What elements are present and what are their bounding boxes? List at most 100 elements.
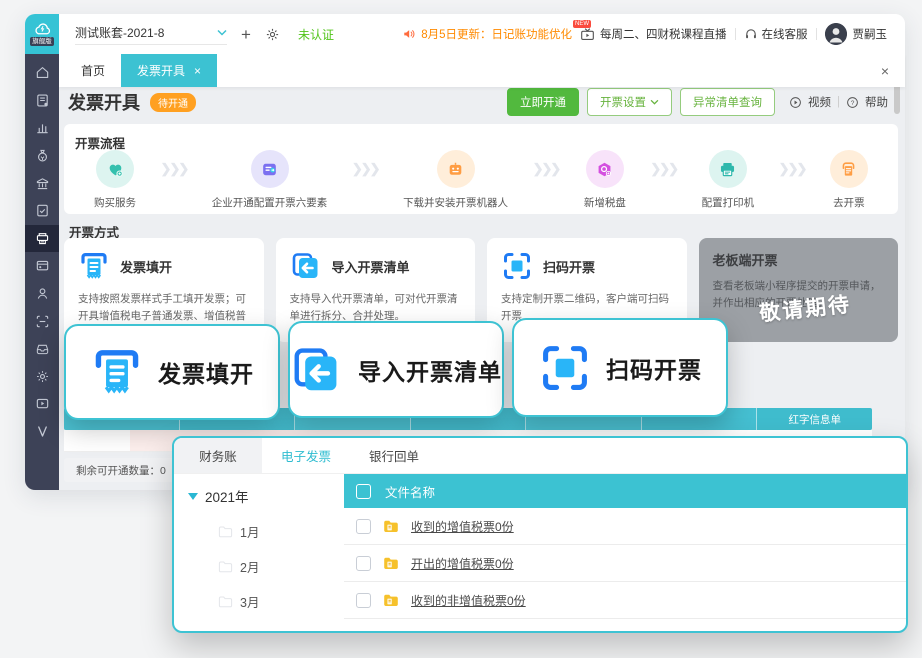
tree-item-apr[interactable]: 4月 — [218, 627, 344, 633]
tab-invoice-active[interactable]: 发票开具 × — [121, 54, 217, 87]
video-icon — [35, 396, 50, 411]
sidebar-item-salary[interactable] — [25, 252, 59, 280]
file-row[interactable]: 收到的增值税票0份 — [344, 508, 906, 545]
sidebar-item-version[interactable] — [25, 418, 59, 446]
tab-close-icon[interactable]: × — [194, 64, 201, 78]
divider — [735, 28, 736, 40]
card-title: 老板端开票 — [713, 250, 778, 269]
sidebar-item-inbox[interactable] — [25, 335, 59, 363]
flow-arrow-icon: ❯❯❯ — [533, 161, 560, 199]
close-all-tabs-button[interactable]: × — [865, 54, 905, 87]
sidebar-item-home[interactable] — [25, 59, 59, 87]
cloud-lightning-icon — [33, 22, 52, 36]
file-link[interactable]: 收到的增值税票0份 — [411, 518, 514, 535]
step-go-invoice[interactable]: 去开票 — [830, 150, 868, 210]
divider: | — [837, 96, 840, 108]
home-icon — [35, 65, 50, 80]
config-card-icon — [251, 150, 289, 188]
abnormal-list-button[interactable]: 异常清单查询 — [680, 88, 775, 116]
sidebar-item-tax[interactable] — [25, 280, 59, 308]
tree-root-2021[interactable]: 2021年 — [188, 486, 344, 506]
tab-bank-receipt[interactable]: 银行回单 — [350, 438, 438, 473]
person-icon — [35, 286, 50, 301]
heart-service-icon — [96, 150, 134, 188]
sidebar-item-reports[interactable] — [25, 197, 59, 225]
file-row[interactable]: 收到的非增值税票0份 — [344, 582, 906, 619]
live-course-link[interactable]: NEW 每周二、四财税课程直播 — [580, 26, 727, 42]
sidebar-item-cashier[interactable] — [25, 142, 59, 170]
step-label: 下载并安装开票机器人 — [403, 195, 508, 210]
sidebar-item-voucher[interactable] — [25, 87, 59, 115]
row-checkbox[interactable] — [356, 556, 371, 571]
file-link[interactable]: 开出的增值税票0份 — [411, 555, 514, 572]
flow-arrow-icon: ❯❯❯ — [161, 161, 188, 199]
folder-outline-icon — [218, 594, 233, 609]
file-link[interactable]: 收到的非增值税票0份 — [411, 592, 526, 609]
user-menu[interactable]: 贾嗣玉 — [825, 23, 888, 45]
page-title: 发票开具 — [68, 89, 140, 115]
folder-outline-icon — [218, 524, 233, 539]
select-all-checkbox[interactable] — [356, 484, 371, 499]
sidebar-item-scan[interactable] — [25, 307, 59, 335]
step-configure-elements[interactable]: 企业开通配置开票六要素 — [212, 150, 328, 210]
online-support-link[interactable]: 在线客服 — [744, 26, 808, 42]
file-row[interactable]: 开出的增值税票0份 — [344, 545, 906, 582]
sidebar-item-settings[interactable] — [25, 363, 59, 391]
announcement-link[interactable]: 8月5日更新：日记账功能优化 — [402, 26, 572, 42]
divider — [816, 28, 817, 40]
close-all-icon: × — [881, 63, 889, 79]
open-now-button[interactable]: 立即开通 — [507, 88, 579, 116]
tax-disk-icon — [586, 150, 624, 188]
popup-tabs: 财务账 电子发票 银行回单 — [174, 438, 906, 474]
live-course-text: 每周二、四财税课程直播 — [600, 26, 727, 42]
tab-invoice-label: 发票开具 — [137, 62, 185, 79]
gear-icon — [35, 369, 50, 384]
folder-icon — [383, 592, 399, 608]
sidebar-item-ledger[interactable] — [25, 114, 59, 142]
callout-scan-qr[interactable]: 扫码开票 — [512, 318, 728, 417]
play-circle-icon — [789, 96, 802, 109]
callout-title: 发票填开 — [158, 355, 254, 389]
step-label: 配置打印机 — [702, 195, 755, 210]
help-link[interactable]: 帮助 — [865, 94, 888, 110]
flow-arrow-icon: ❯❯❯ — [352, 161, 379, 199]
callout-invoice-fill[interactable]: 发票填开 — [64, 324, 280, 420]
callout-import-list[interactable]: 导入开票清单 — [288, 321, 504, 418]
headset-icon — [744, 27, 758, 41]
app-logo[interactable]: 旗舰版 — [25, 14, 59, 54]
step-configure-printer[interactable]: 配置打印机 — [702, 150, 755, 210]
tree-item-label: 1月 — [240, 522, 259, 541]
import-list-icon — [290, 250, 322, 282]
invoice-settings-button[interactable]: 开票设置 — [587, 88, 672, 116]
triangle-down-icon — [188, 493, 198, 500]
account-settings-button[interactable] — [265, 27, 280, 42]
step-buy-service[interactable]: 购买服务 — [94, 150, 136, 210]
row-checkbox[interactable] — [356, 519, 371, 534]
file-table: 文件名称 收到的增值税票0份 开出的增值税票0份 收到的非增值税票0份 — [344, 474, 906, 631]
invoice-icon — [830, 150, 868, 188]
scan-qr-icon — [501, 250, 533, 282]
tab-e-invoice-active[interactable]: 电子发票 — [262, 438, 350, 473]
new-badge: NEW — [573, 20, 591, 28]
scrollbar-thumb[interactable] — [894, 84, 900, 114]
step-add-tax-disk[interactable]: 新增税盘 — [584, 150, 626, 210]
svg-text:?: ? — [851, 99, 855, 106]
tab-home[interactable]: 首页 — [65, 54, 121, 87]
sidebar-item-video[interactable] — [25, 390, 59, 418]
tree-item-mar[interactable]: 3月 — [218, 592, 344, 611]
sidebar-item-assets[interactable] — [25, 169, 59, 197]
video-link[interactable]: 视频 — [808, 94, 831, 110]
row-checkbox[interactable] — [356, 593, 371, 608]
account-selector[interactable]: 测试账套-2021-8 — [75, 24, 227, 45]
tab-finance-ledger[interactable]: 财务账 — [174, 438, 262, 473]
tree-item-feb[interactable]: 2月 — [218, 557, 344, 576]
sidebar-item-invoice-active[interactable] — [25, 225, 59, 253]
tree-item-jan[interactable]: 1月 — [218, 522, 344, 541]
add-account-button[interactable]: + — [241, 26, 251, 43]
unverified-badge[interactable]: 未认证 — [298, 26, 334, 43]
logo-edition-badge: 旗舰版 — [30, 37, 54, 46]
step-install-robot[interactable]: 下载并安装开票机器人 — [403, 150, 508, 210]
red-letter-tab[interactable]: 红字信息单 — [757, 408, 872, 430]
robot-icon — [437, 150, 475, 188]
screen: 旗舰版 测试账套-2021-8 + 未认证 — [0, 0, 922, 658]
